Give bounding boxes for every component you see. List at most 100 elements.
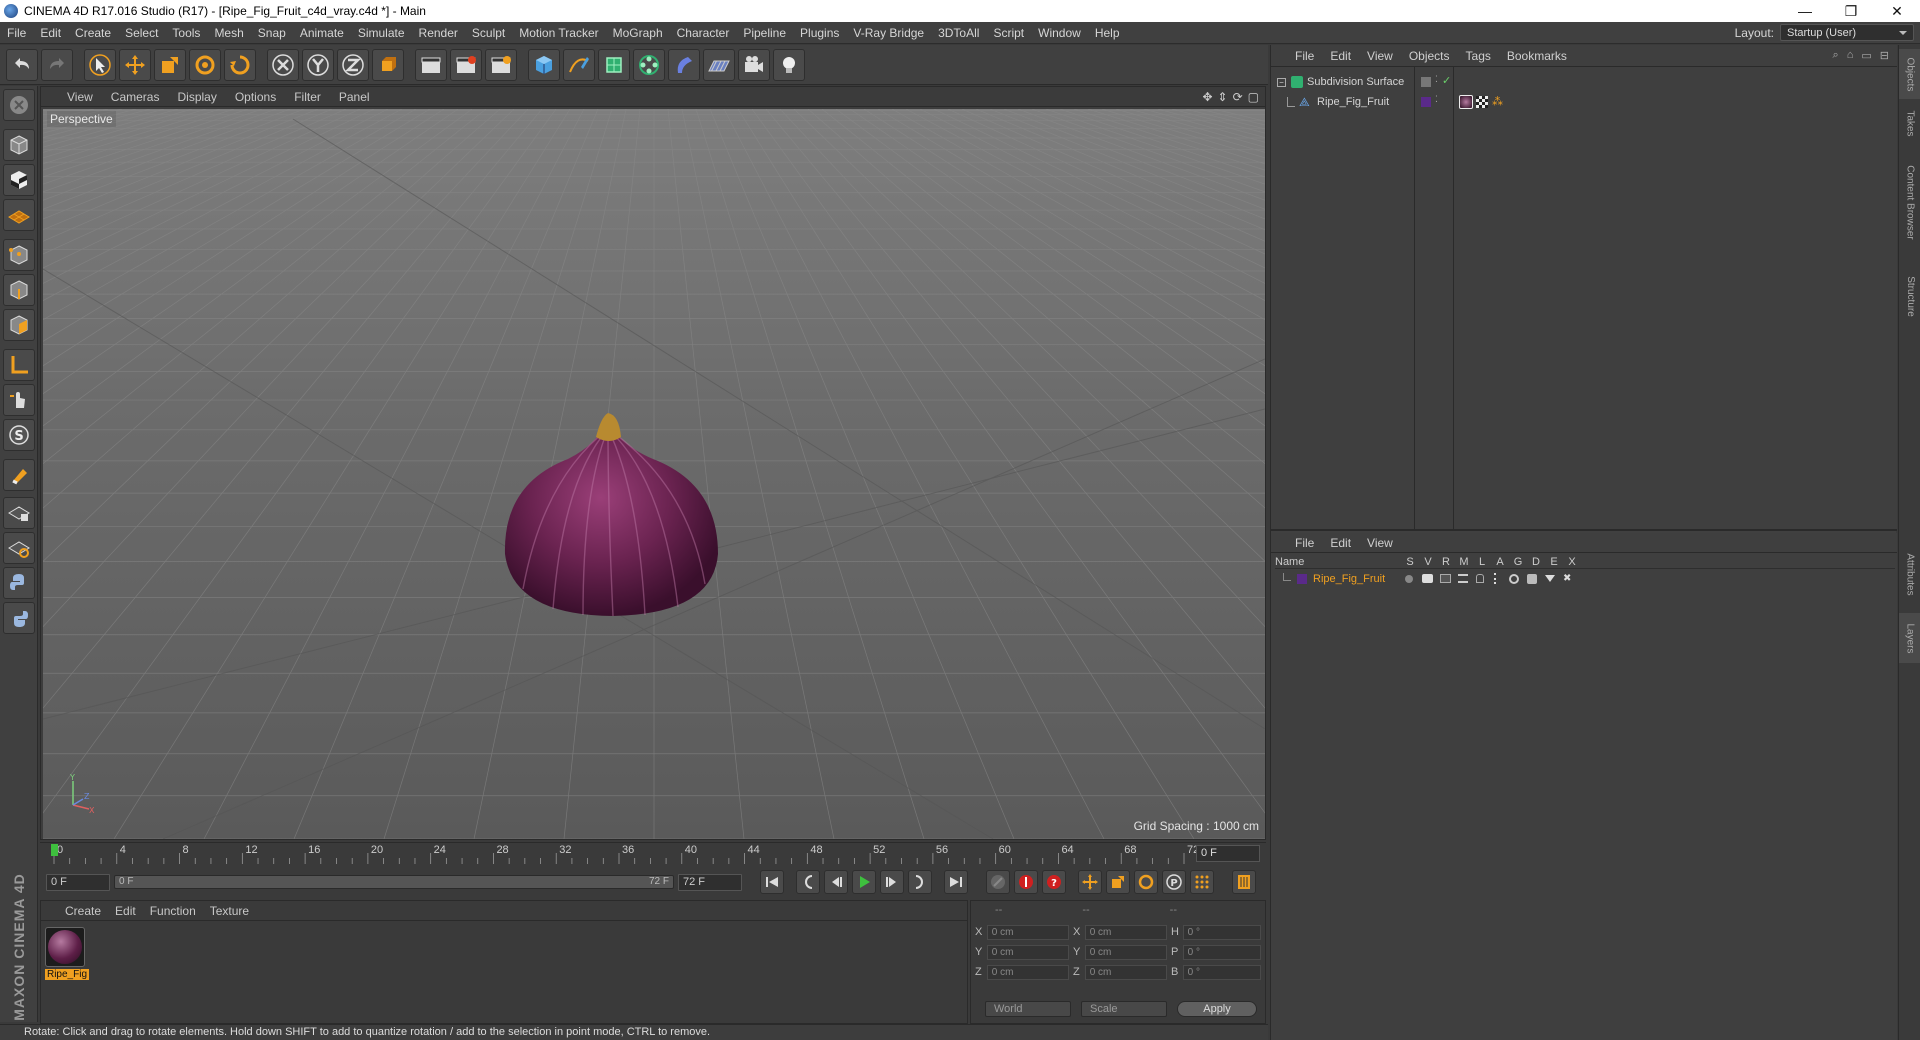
vray-tag-icon[interactable]: ⁂ — [1492, 96, 1504, 108]
view-eye-icon[interactable] — [1422, 574, 1433, 583]
tab-structure[interactable]: Structure — [1899, 261, 1920, 331]
make-editable-button[interactable] — [3, 89, 35, 121]
menu-create[interactable]: Create — [68, 22, 118, 44]
animation-icon[interactable] — [1494, 573, 1498, 584]
timeline-window-button[interactable] — [1232, 870, 1256, 894]
toggle-layout-icon[interactable]: ▢ — [1248, 90, 1259, 104]
viewport-menu-display[interactable]: Display — [177, 90, 226, 104]
lm-menu-view[interactable]: View — [1367, 536, 1393, 550]
material-swatch-ripe-fig[interactable]: Ripe_Fig — [45, 927, 89, 983]
goto-end-button[interactable] — [944, 870, 968, 894]
menu-3dtoall[interactable]: 3DToAll — [931, 22, 986, 44]
col-manager[interactable]: M — [1455, 556, 1473, 568]
close-button[interactable]: ✕ — [1874, 0, 1920, 22]
rotation-p-field[interactable]: 0 ° — [1182, 944, 1261, 960]
prev-key-button[interactable] — [796, 870, 820, 894]
floor-button[interactable] — [703, 48, 735, 81]
object-row-subdivision-surface[interactable]: − Subdivision Surface ⁚ ✓ — [1271, 73, 1897, 91]
tab-layers[interactable]: Layers — [1899, 613, 1920, 663]
col-locked[interactable]: L — [1473, 556, 1491, 568]
points-mode-button[interactable] — [3, 239, 35, 271]
material-menu-texture[interactable]: Texture — [210, 904, 249, 918]
light-button[interactable] — [773, 48, 805, 81]
y-axis-lock-button[interactable] — [302, 48, 334, 81]
col-generators[interactable]: G — [1509, 556, 1527, 568]
redo-button[interactable] — [41, 48, 73, 81]
material-menu-function[interactable]: Function — [150, 904, 196, 918]
menu-vray-bridge[interactable]: V-Ray Bridge — [846, 22, 931, 44]
polygons-mode-button[interactable] — [3, 309, 35, 341]
menu-script[interactable]: Script — [986, 22, 1031, 44]
generator-icon[interactable] — [1509, 574, 1519, 584]
planar-workplane-button[interactable] — [3, 532, 35, 564]
playhead-marker[interactable] — [51, 844, 58, 856]
uvw-tag-icon[interactable] — [1476, 96, 1488, 108]
manager-list-icon[interactable] — [1458, 574, 1468, 583]
workplane-mode-button[interactable] — [3, 199, 35, 231]
menu-mesh[interactable]: Mesh — [207, 22, 250, 44]
col-expressions[interactable]: E — [1545, 556, 1563, 568]
object-row-ripe-fig-fruit[interactable]: ⟁ Ripe_Fig_Fruit ⁚ ⁂ — [1271, 93, 1897, 111]
render-picture-viewer-button[interactable] — [450, 48, 482, 81]
solo-mode-button[interactable]: S — [3, 419, 35, 451]
enable-snap-button[interactable] — [3, 459, 35, 491]
layer-color-icon[interactable] — [1421, 97, 1431, 107]
new-manager-icon[interactable]: ⊟ — [1880, 49, 1889, 62]
end-frame-field[interactable]: 72 F — [678, 873, 742, 891]
key-scale-button[interactable] — [1106, 870, 1130, 894]
maximize-button[interactable]: ❐ — [1828, 0, 1874, 22]
z-axis-lock-button[interactable] — [337, 48, 369, 81]
key-rotation-button[interactable] — [1134, 870, 1158, 894]
x-axis-lock-button[interactable] — [267, 48, 299, 81]
key-pla-button[interactable] — [1190, 870, 1214, 894]
dolly-view-icon[interactable]: ⇕ — [1218, 90, 1228, 104]
next-frame-button[interactable] — [880, 870, 904, 894]
menu-window[interactable]: Window — [1031, 22, 1088, 44]
tab-content-browser[interactable]: Content Browser — [1899, 147, 1920, 257]
python-console-button[interactable] — [3, 602, 35, 634]
solo-dot-icon[interactable] — [1405, 575, 1413, 583]
coordinate-space-dropdown[interactable]: World — [985, 1001, 1071, 1017]
spline-pen-button[interactable] — [563, 48, 595, 81]
lock-icon[interactable] — [1476, 574, 1484, 583]
size-x-field[interactable]: 0 cm — [1084, 924, 1167, 940]
tab-attributes[interactable]: Attributes — [1899, 539, 1920, 609]
expression-icon[interactable] — [1545, 575, 1555, 582]
menu-animate[interactable]: Animate — [293, 22, 351, 44]
om-menu-bookmarks[interactable]: Bookmarks — [1507, 49, 1567, 63]
current-frame-field[interactable]: 0 F — [1196, 845, 1260, 862]
goto-start-button[interactable] — [760, 870, 784, 894]
axis-mode-button[interactable] — [3, 349, 35, 381]
render-settings-button[interactable] — [485, 48, 517, 81]
search-icon[interactable]: ⌕ — [1833, 49, 1839, 62]
tab-takes[interactable]: Takes — [1899, 103, 1920, 143]
autokey-button[interactable]: ? — [1042, 870, 1066, 894]
menu-pipeline[interactable]: Pipeline — [736, 22, 793, 44]
subdivision-surface-button[interactable] — [598, 48, 630, 81]
camera-button[interactable] — [738, 48, 770, 81]
key-parameter-button[interactable]: P — [1162, 870, 1186, 894]
position-z-field[interactable]: 0 cm — [986, 964, 1069, 980]
timeline-ruler[interactable]: 0 4 8 12 16 20 24 28 32 36 40 44 48 52 56 60 64 68 72 0 F — [40, 842, 1266, 864]
material-menu-edit[interactable]: Edit — [115, 904, 136, 918]
pan-view-icon[interactable]: ✥ — [1202, 90, 1212, 104]
record-active-button[interactable] — [1014, 870, 1038, 894]
enabled-check-icon[interactable]: ✓ — [1442, 76, 1454, 88]
cloner-button[interactable] — [633, 48, 665, 81]
menu-mograph[interactable]: MoGraph — [606, 22, 670, 44]
menu-file[interactable]: File — [0, 22, 33, 44]
position-y-field[interactable]: 0 cm — [986, 944, 1069, 960]
viewport-menu-filter[interactable]: Filter — [294, 90, 331, 104]
menu-select[interactable]: Select — [118, 22, 165, 44]
next-key-button[interactable] — [908, 870, 932, 894]
menu-simulate[interactable]: Simulate — [351, 22, 412, 44]
record-keys-button[interactable] — [986, 870, 1010, 894]
scale-tool-button[interactable] — [154, 48, 186, 81]
position-x-field[interactable]: 0 cm — [986, 924, 1069, 940]
size-z-field[interactable]: 0 cm — [1084, 964, 1167, 980]
menu-edit[interactable]: Edit — [33, 22, 68, 44]
collapse-toggle-icon[interactable]: − — [1277, 77, 1286, 87]
col-render[interactable]: R — [1437, 556, 1455, 568]
minimize-button[interactable]: — — [1782, 0, 1828, 22]
rotate-view-icon[interactable]: ⟳ — [1233, 90, 1243, 104]
